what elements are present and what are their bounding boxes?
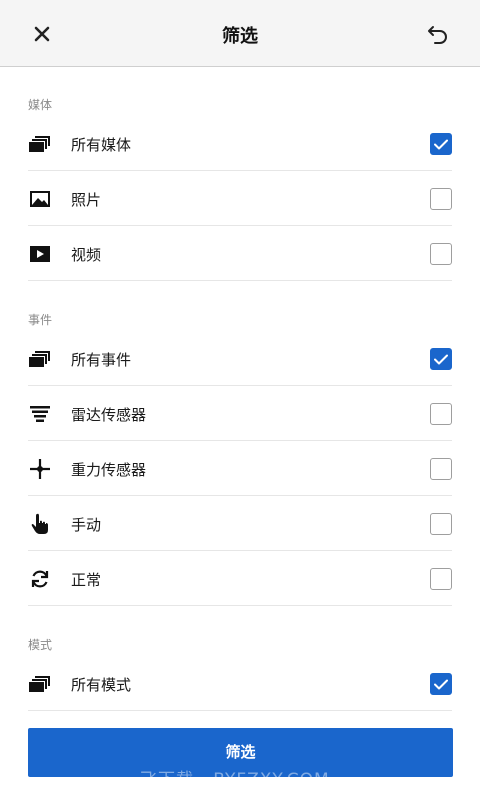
stack-icon [28,132,52,156]
checkbox[interactable] [430,243,452,265]
filter-option-label: 雷达传感器 [71,406,147,424]
filter-option-label: 所有模式 [71,676,132,694]
filter-option[interactable]: 手动 [28,496,452,551]
filter-option[interactable]: 所有事件 [28,331,452,386]
checkbox[interactable] [430,673,452,695]
filter-option[interactable]: 所有媒体 [28,116,452,171]
filter-option[interactable]: 重力传感器 [28,441,452,496]
section-group: 所有模式 [0,656,480,711]
stack-icon [28,672,52,696]
filter-option-label: 所有事件 [71,351,132,369]
filter-option-label: 所有媒体 [71,136,132,154]
check-icon [434,679,448,689]
top-bar: 筛选 [0,0,480,67]
filter-option-label: 视频 [71,246,102,264]
filter-option[interactable]: 照片 [28,171,452,226]
filter-option-label: 照片 [71,191,102,209]
undo-icon [428,26,447,44]
filter-option[interactable]: 正常 [28,551,452,606]
check-icon [434,354,448,364]
video-icon [28,242,52,266]
filter-option-label: 重力传感器 [71,461,147,479]
check-icon [434,139,448,149]
checkbox[interactable] [430,568,452,590]
watermark: 飞下载 · BYFZXY.COM [140,770,330,790]
gravity-icon [28,457,52,481]
checkbox[interactable] [430,513,452,535]
refresh-icon [28,567,52,591]
section-label: 事件 [28,313,53,327]
photo-icon [28,187,52,211]
section-label: 模式 [28,638,53,652]
filter-option[interactable]: 视频 [28,226,452,281]
filter-list: 媒体所有媒体照片视频事件所有事件雷达传感器重力传感器手动正常模式所有模式 [0,68,480,711]
checkbox[interactable] [430,458,452,480]
section-group: 所有事件雷达传感器重力传感器手动正常 [0,331,480,606]
filter-option-label: 手动 [71,516,102,534]
hand-pointer-icon [28,512,52,536]
checkbox[interactable] [430,348,452,370]
section-label: 媒体 [28,98,53,112]
radar-icon [28,402,52,426]
stack-icon [28,347,52,371]
checkbox[interactable] [430,133,452,155]
checkbox[interactable] [430,188,452,210]
filter-option[interactable]: 所有模式 [28,656,452,711]
filter-option-label: 正常 [71,571,102,589]
checkbox[interactable] [430,403,452,425]
filter-option[interactable]: 雷达传感器 [28,386,452,441]
page-title: 筛选 [222,26,258,47]
undo-button[interactable] [422,18,454,50]
section-group: 所有媒体 照片 视频 [0,116,480,281]
